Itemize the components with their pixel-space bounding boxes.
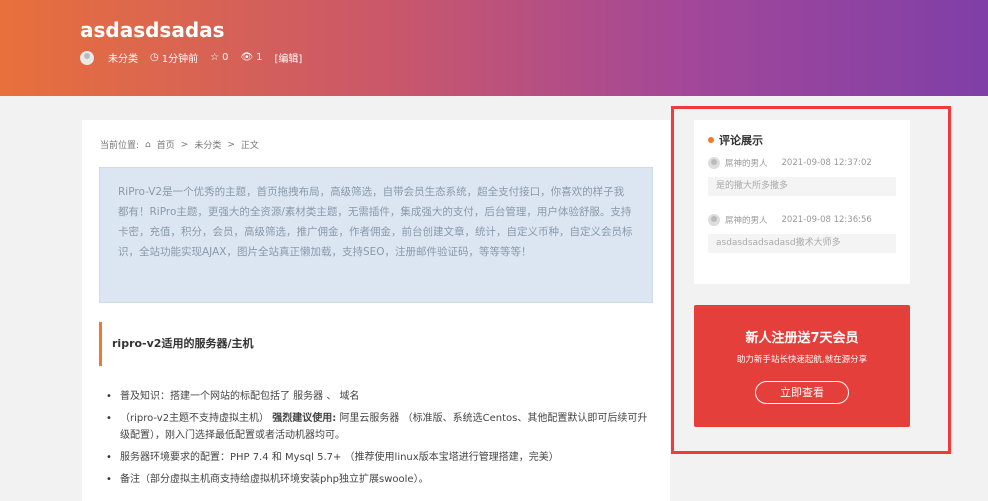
author-avatar[interactable] [80,50,94,65]
breadcrumb-prefix: 当前位置: [100,141,140,151]
article-card: 当前位置: ⌂ 首页 > 未分类 > 正文 RiPro-V2是一个优秀的主题，首… [82,120,670,501]
like-value: 0 [222,52,229,63]
post-meta: 未分类 ◷ 1分钟前 ☆ 0 👁 1 [编辑] [80,50,314,65]
highlight-box [671,106,951,454]
list-item: 备注（部分虚拟主机商支持给虚拟机环境安装php独立扩展swoole）。 [106,471,656,488]
breadcrumb-sep-1: > [180,139,189,150]
post-title: asdasdsadas [80,18,225,42]
view-count: 👁 1 [240,52,262,63]
category-link[interactable]: 未分类 [108,50,138,65]
section-heading: ripro-v2适用的服务器/主机 [99,322,653,366]
list-item-pre: （ripro-v2主题不支持虚拟主机） [120,413,270,424]
category-label[interactable]: 未分类 [108,50,138,65]
breadcrumb-current: 正文 [240,141,259,151]
breadcrumb: 当前位置: ⌂ 首页 > 未分类 > 正文 [100,138,265,152]
list-item: 服务器环境要求的配置：PHP 7.4 和 Mysql 5.7+ （推荐使用lin… [106,449,656,466]
list-item-text: 服务器环境要求的配置：PHP 7.4 和 Mysql 5.7+ （推荐使用lin… [120,452,559,463]
eye-icon: 👁 [240,52,254,63]
clock-icon: ◷ [150,52,159,63]
intro-box: RiPro-V2是一个优秀的主题，首页拖拽布局，高级筛选，自带会员生态系统，超全… [99,167,653,303]
list-item-text: 备注（部分虚拟主机商支持给虚拟机环境安装php独立扩展swoole）。 [120,474,429,485]
breadcrumb-category[interactable]: 未分类 [194,138,221,151]
breadcrumb-home[interactable]: 首页 [157,138,175,151]
bullet-list: 普及知识：搭建一个网站的标配包括了 服务器 、 域名 （ripro-v2主题不支… [106,388,656,493]
edit-label[interactable]: [编辑] [275,50,303,65]
list-item-text: 普及知识：搭建一个网站的标配包括了 服务器 、 域名 [120,391,360,402]
post-header: asdasdsadas 未分类 ◷ 1分钟前 ☆ 0 👁 1 [编辑] [0,0,988,96]
list-item-bold: 强烈建议使用: [272,413,337,424]
star-icon: ☆ [210,52,220,63]
view-value: 1 [256,52,263,63]
time-label: 1分钟前 [161,54,199,65]
edit-link[interactable]: [编辑] [275,50,303,65]
like-count[interactable]: ☆ 0 [210,52,228,63]
home-icon: ⌂ [145,139,151,150]
list-item: （ripro-v2主题不支持虚拟主机） 强烈建议使用: 阿里云服务器 （标准版、… [106,410,656,444]
time-info: ◷ 1分钟前 [150,50,198,65]
breadcrumb-sep-2: > [227,139,235,150]
list-item: 普及知识：搭建一个网站的标配包括了 服务器 、 域名 [106,388,656,405]
